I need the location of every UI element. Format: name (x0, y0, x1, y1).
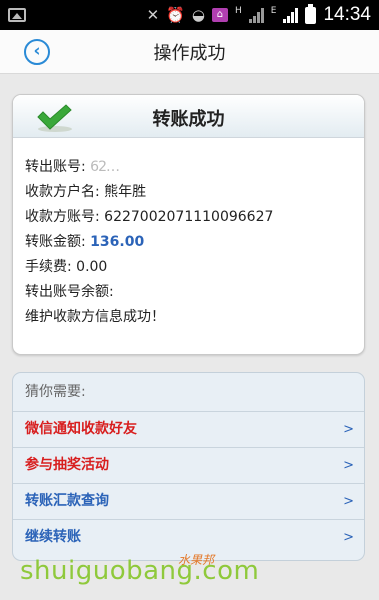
page-title: 操作成功 (153, 43, 226, 64)
amount-line: 转账金额: 136.00 (25, 230, 364, 255)
list-item-lottery[interactable]: 参与抽奖活动 > (13, 448, 364, 484)
watermark: shuiguobang.com (20, 556, 260, 586)
watermark-cn: 水果邦 (178, 553, 215, 567)
from-account-label: 转出账号: (25, 159, 86, 175)
payee-name-line: 收款方户名: 熊年胜 (25, 184, 147, 200)
network-type-e: E (270, 5, 277, 16)
list-item-label: 转账汇款查询 (25, 493, 109, 509)
network-type-h: H (234, 5, 242, 16)
chevron-right-icon: > (343, 422, 354, 437)
clock: 14:34 (323, 4, 371, 25)
from-account-value: 62… (90, 159, 120, 175)
list-item-label: 微信通知收款好友 (25, 421, 137, 437)
home-app-icon: ⌂ (211, 8, 228, 22)
chevron-right-icon: > (343, 458, 354, 473)
result-card-header: 转账成功 (13, 95, 364, 138)
status-bar: ✕ ⏰ ◒ ⌂ H E 14:34 (0, 0, 379, 30)
result-title: 转账成功 (152, 109, 225, 130)
signal-strength-2-icon (283, 7, 299, 23)
signal-strength-icon (248, 7, 264, 23)
list-item-transfer-query[interactable]: 转账汇款查询 > (13, 484, 364, 520)
result-card: 转账成功 转出账号: 62… 收款方户名: 熊年胜 收款方账号: 6227002… (12, 94, 365, 355)
payee-account-line: 收款方账号: 6227002071110096627 (25, 209, 274, 225)
image-notification-icon (8, 8, 26, 22)
suggestion-list: 猜你需要: 微信通知收款好友 > 参与抽奖活动 > 转账汇款查询 > 继续转账 … (12, 372, 365, 561)
app-header: ‹ 操作成功 (0, 30, 379, 74)
wifi-icon: ◒ (191, 5, 205, 24)
result-message: 维护收款方信息成功！ (25, 309, 165, 325)
fee-line: 手续费: 0.00 (25, 259, 108, 275)
list-item-label: 参与抽奖活动 (25, 457, 109, 473)
amount-label: 转账金额: (25, 234, 91, 250)
alarm-icon: ⏰ (166, 5, 185, 24)
result-details: 转出账号: 62… 收款方户名: 熊年胜 收款方账号: 622700207111… (13, 138, 364, 330)
from-account-line: 转出账号: 62… (25, 155, 364, 180)
battery-icon (305, 3, 317, 24)
list-item-continue-transfer[interactable]: 继续转账 > (13, 520, 364, 555)
chevron-right-icon: > (343, 494, 354, 509)
balance-line: 转出账号余额: (25, 284, 114, 300)
list-item-wechat-notify[interactable]: 微信通知收款好友 > (13, 412, 364, 448)
amount-value: 136.00 (90, 234, 145, 250)
suggestion-heading: 猜你需要: (13, 373, 364, 412)
list-item-label: 继续转账 (25, 529, 81, 545)
mute-icon: ✕ (146, 5, 160, 24)
chevron-right-icon: > (343, 530, 354, 545)
